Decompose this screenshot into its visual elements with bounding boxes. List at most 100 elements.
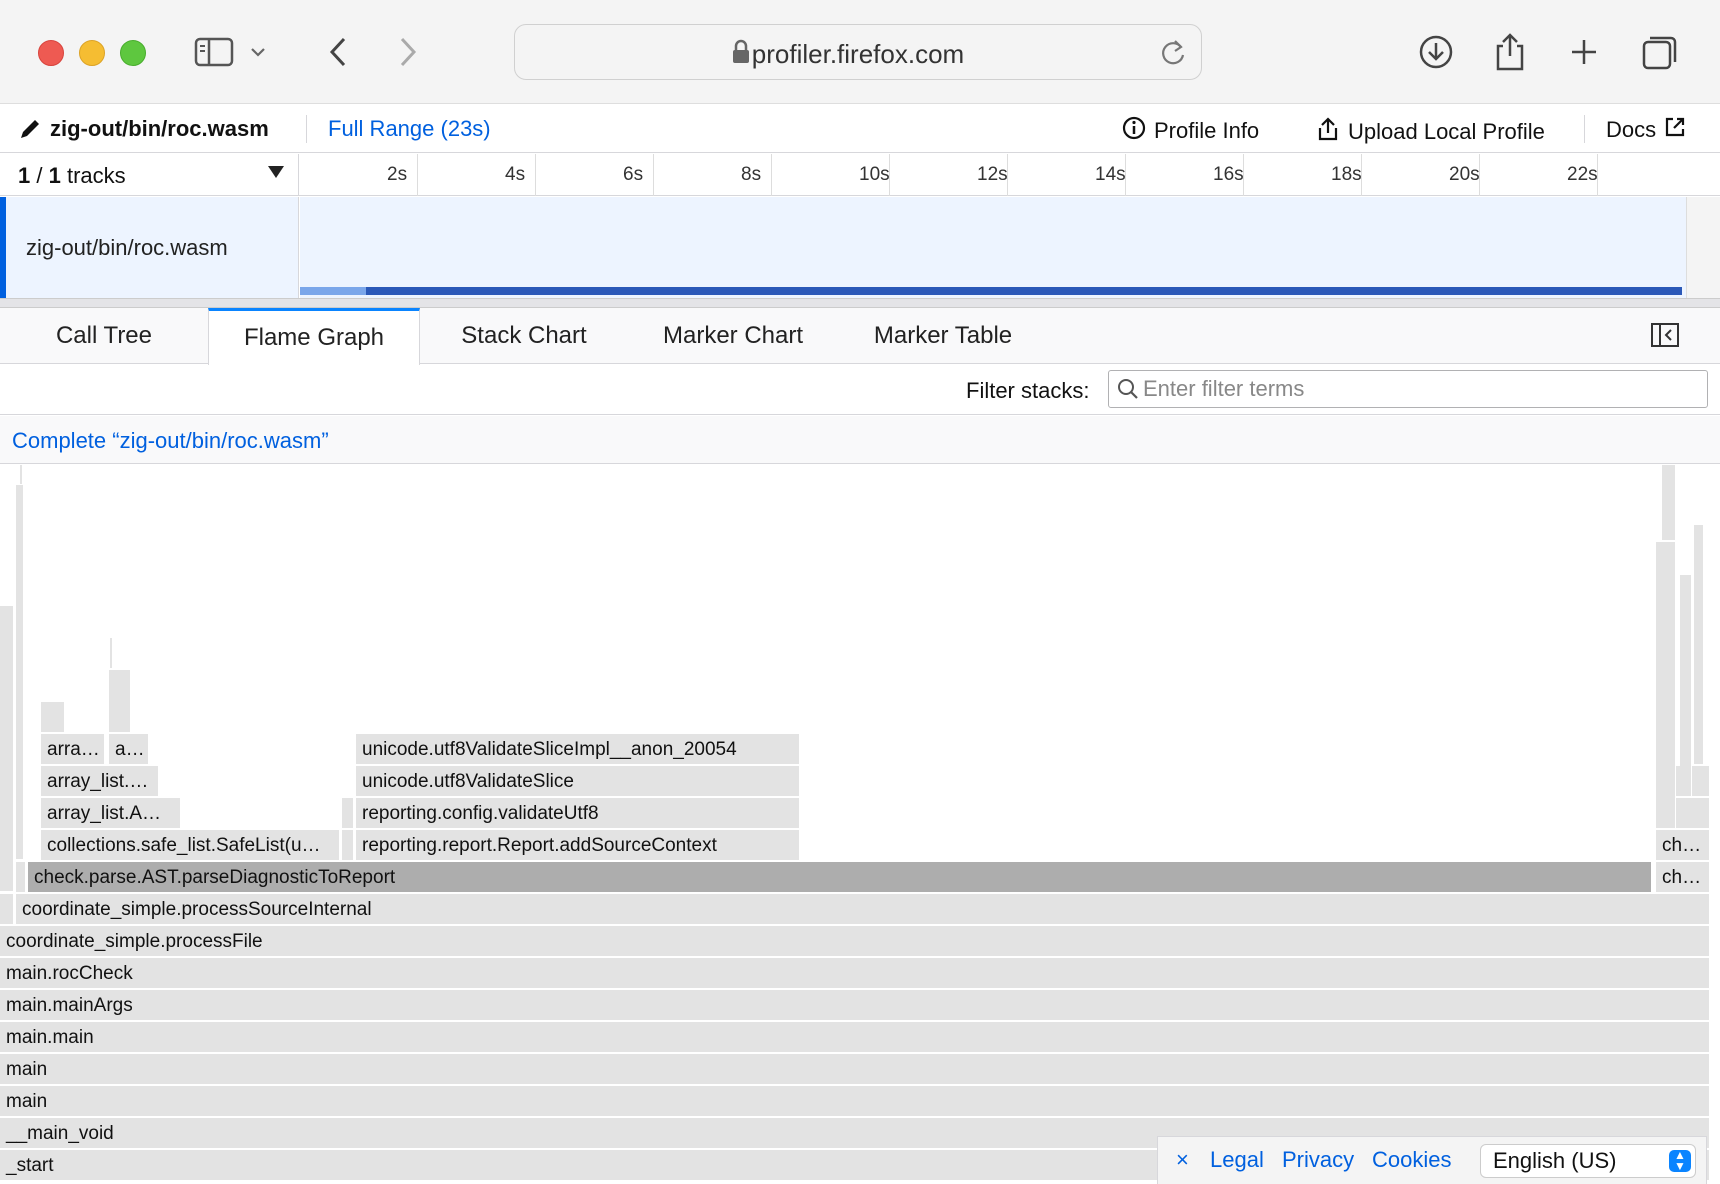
flame-frame[interactable]: main <box>0 1054 1710 1085</box>
flame-frame[interactable] <box>41 702 65 733</box>
panel-splitter[interactable] <box>0 298 1720 308</box>
privacy-link[interactable]: Privacy <box>1282 1147 1354 1173</box>
tick-label: 8s <box>741 164 762 185</box>
flame-frame[interactable]: a… <box>109 734 149 765</box>
flame-frame[interactable]: main.mainArgs <box>0 990 1710 1021</box>
footer-links: × Legal Privacy Cookies English (US) ▲ ▼ <box>1157 1136 1707 1184</box>
dropdown-triangle-icon[interactable] <box>268 166 284 178</box>
flame-frame[interactable] <box>110 638 113 669</box>
url-text: profiler.firefox.com <box>751 39 965 69</box>
flame-frame[interactable] <box>0 894 14 925</box>
tab-stack-chart[interactable]: Stack Chart <box>420 308 628 364</box>
address-bar[interactable]: profiler.firefox.com <box>514 24 1202 80</box>
flame-frame[interactable]: array_list.… <box>41 766 159 797</box>
ruler-divider <box>298 154 299 196</box>
browser-toolbar: profiler.firefox.com <box>0 0 1720 104</box>
docs-label: Docs <box>1606 117 1657 142</box>
activity-segment <box>300 287 366 295</box>
share-icon[interactable] <box>1486 28 1534 76</box>
tab-marker-chart[interactable]: Marker Chart <box>628 308 838 364</box>
flame-frame[interactable] <box>342 798 354 829</box>
flame-graph[interactable]: _start __main_void main main main.main m… <box>0 465 1720 1184</box>
flame-frame[interactable]: coordinate_simple.processFile <box>0 926 1710 957</box>
download-icon[interactable] <box>1412 28 1460 76</box>
tick-line <box>653 154 654 196</box>
tab-flame-graph[interactable]: Flame Graph <box>208 308 420 365</box>
tick-line <box>771 154 772 196</box>
flame-frame[interactable]: unicode.utf8ValidateSliceImpl__anon_2005… <box>356 734 800 765</box>
sidebar-icon[interactable] <box>190 28 238 76</box>
tick-label: 2s <box>387 164 408 185</box>
flame-frame[interactable]: che… <box>1656 830 1710 861</box>
close-window-button[interactable] <box>38 40 64 66</box>
flame-frame-selected[interactable]: check.parse.AST.parseDiagnosticToReport <box>28 862 1652 893</box>
flame-frame[interactable]: unicode.utf8ValidateSlice <box>356 766 800 797</box>
zoom-window-button[interactable] <box>120 40 146 66</box>
language-select[interactable]: English (US) ▲ ▼ <box>1480 1144 1696 1178</box>
flame-frame[interactable]: collections.safe_list.SafeList(u… <box>41 830 340 861</box>
filter-stacks-input[interactable] <box>1143 375 1693 403</box>
tracks-separator: / <box>30 163 49 188</box>
tracks-menu-button[interactable]: 1 / 1 tracks <box>18 163 126 189</box>
filter-label: Filter stacks: <box>966 378 1090 403</box>
flame-frame[interactable] <box>1656 542 1676 829</box>
tracks-label: tracks <box>66 163 126 188</box>
flame-frame[interactable]: main.rocCheck <box>0 958 1710 989</box>
full-range-breadcrumb[interactable]: Full Range (23s) <box>328 116 491 142</box>
tab-overview-icon[interactable] <box>1636 28 1684 76</box>
filter-bar: Filter stacks: <box>0 365 1720 415</box>
track-label[interactable]: zig-out/bin/roc.wasm <box>6 197 299 298</box>
profile-name[interactable]: zig-out/bin/roc.wasm <box>50 116 269 142</box>
flame-frame[interactable] <box>109 670 131 733</box>
tick-line <box>535 154 536 196</box>
legal-link[interactable]: Legal <box>1210 1147 1264 1173</box>
reload-icon[interactable] <box>1159 37 1187 72</box>
flame-frame[interactable] <box>16 485 24 860</box>
flame-frame[interactable]: reporting.config.validateUtf8 <box>356 798 800 829</box>
flame-frame[interactable] <box>1662 465 1676 541</box>
chevron-down-icon[interactable] <box>246 28 270 76</box>
tab-call-tree[interactable]: Call Tree <box>0 308 208 364</box>
scrollbar-gutter <box>1686 197 1720 298</box>
tick-label: 6s <box>623 164 644 185</box>
thread-track[interactable]: zig-out/bin/roc.wasm <box>0 197 1720 298</box>
sidebar-toggle-icon[interactable] <box>1650 322 1680 353</box>
docs-button[interactable]: Docs <box>1606 116 1686 144</box>
flame-frame[interactable] <box>1694 525 1704 765</box>
flame-frame[interactable] <box>20 465 23 485</box>
flame-frame[interactable]: array_list.A… <box>41 798 181 829</box>
minimize-window-button[interactable] <box>79 40 105 66</box>
tab-marker-table[interactable]: Marker Table <box>838 308 1048 364</box>
timeline-ruler: 1 / 1 tracks 2s 4s 6s 8s 10s 12s 14s 16s 18s 20s 2… <box>0 154 1720 196</box>
flame-frame[interactable] <box>1680 575 1692 797</box>
pencil-icon[interactable] <box>18 117 42 146</box>
close-footer-button[interactable]: × <box>1176 1147 1189 1173</box>
forward-button[interactable] <box>384 28 432 76</box>
breadcrumb-complete[interactable]: Complete “zig-out/bin/roc.wasm” <box>12 428 329 454</box>
upload-label: Upload Local Profile <box>1348 119 1545 144</box>
activity-segment <box>366 287 1682 295</box>
upload-profile-button[interactable]: Upload Local Profile <box>1316 116 1545 148</box>
new-tab-icon[interactable] <box>1560 28 1608 76</box>
profiler-topbar: zig-out/bin/roc.wasm Full Range (23s) Pr… <box>0 105 1720 153</box>
tick-label: 18s <box>1331 164 1362 185</box>
flame-frame[interactable]: main.main <box>0 1022 1710 1053</box>
flame-frame[interactable]: arra… <box>41 734 105 765</box>
track-activity-graph[interactable] <box>300 197 1686 298</box>
profile-info-button[interactable]: Profile Info <box>1122 116 1259 146</box>
flame-frame[interactable] <box>342 830 354 861</box>
tracks-visible-count: 1 <box>18 163 31 188</box>
flame-frame[interactable]: coordinate_simple.processSourceInternal <box>16 894 1710 925</box>
flame-frame[interactable]: reporting.report.Report.addSourceContext <box>356 830 800 861</box>
tick-label: 12s <box>977 164 1008 185</box>
filter-stacks-field[interactable] <box>1108 370 1708 408</box>
flame-frame[interactable]: che… <box>1656 862 1710 893</box>
tick-label: 20s <box>1449 164 1480 185</box>
flame-frame[interactable]: main <box>0 1086 1710 1117</box>
track-name: zig-out/bin/roc.wasm <box>26 235 228 260</box>
cookies-link[interactable]: Cookies <box>1372 1147 1451 1173</box>
updown-chevron-icon: ▲ ▼ <box>1669 1149 1691 1172</box>
back-button[interactable] <box>314 28 362 76</box>
flame-frame[interactable] <box>16 862 26 893</box>
flame-frame[interactable] <box>0 606 14 892</box>
